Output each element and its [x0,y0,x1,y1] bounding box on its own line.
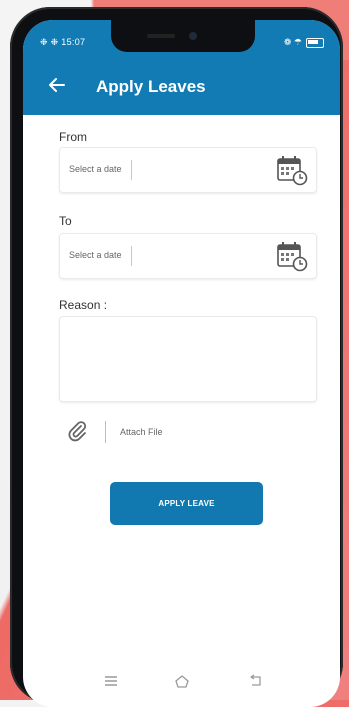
from-date-field[interactable]: Select a date [59,147,317,193]
reason-label: Reason : [59,298,108,312]
calendar-clock-icon[interactable] [276,154,308,186]
page-title: Apply Leaves [96,77,206,96]
phone-screen: ❉ ❉ 15:07 ❁ ☂ Apply Leaves From Select a… [23,20,340,707]
home-icon[interactable] [174,673,190,689]
system-nav-bar [23,665,340,697]
status-icons: ❁ ☂ [284,37,324,48]
attach-divider [105,421,106,443]
back-icon[interactable] [248,673,264,689]
to-date-divider [131,246,132,266]
back-arrow-icon[interactable] [47,75,67,95]
menu-icon[interactable] [103,673,119,689]
attach-file-label[interactable]: Attach File [120,427,163,437]
notch [111,20,255,52]
status-time: ❉ ❉ 15:07 [40,37,86,47]
app-bar: Apply Leaves [23,57,340,115]
to-label: To [59,214,72,228]
status-bar: ❉ ❉ 15:07 ❁ ☂ [23,20,340,57]
reason-textarea[interactable] [59,316,317,402]
attach-file-row[interactable]: Attach File [63,417,263,447]
to-date-field[interactable]: Select a date [59,233,317,279]
from-label: From [59,130,87,144]
phone-frame: ❉ ❉ 15:07 ❁ ☂ Apply Leaves From Select a… [10,7,343,707]
paperclip-icon[interactable] [65,419,89,443]
camera-icon [189,32,197,40]
speaker-icon [147,34,175,38]
battery-icon [306,37,324,48]
calendar-clock-icon[interactable] [276,240,308,272]
to-date-placeholder: Select a date [69,250,122,260]
status-icons-text: ❁ ☂ [283,37,302,47]
from-date-divider [131,160,132,180]
apply-leave-button[interactable]: APPLY LEAVE [110,482,263,525]
from-date-placeholder: Select a date [69,164,122,174]
